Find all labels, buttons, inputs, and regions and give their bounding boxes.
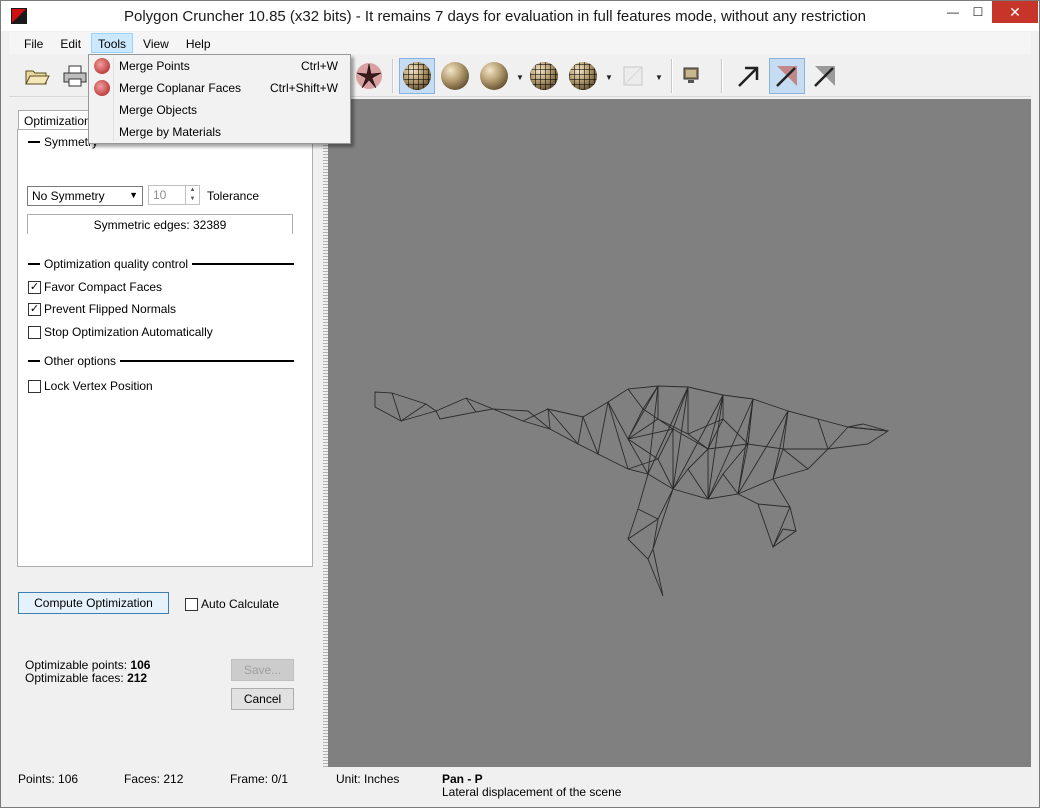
tab-optimization[interactable]: Optimization bbox=[18, 110, 96, 130]
wireframe-model bbox=[374, 385, 890, 597]
empty-checkbox-icon[interactable] bbox=[28, 379, 41, 393]
lock-vertex-checkbox[interactable]: Lock Vertex Position bbox=[28, 379, 153, 393]
wire-flat-sphere-icon[interactable] bbox=[565, 58, 601, 94]
symmetry-select[interactable]: No Symmetry ▼ bbox=[27, 186, 143, 206]
stop-auto-checkbox[interactable]: Stop Optimization Automatically bbox=[28, 325, 213, 339]
open-folder-icon[interactable] bbox=[19, 58, 55, 94]
3d-viewport[interactable] bbox=[328, 99, 1031, 767]
merge-points-icon bbox=[94, 58, 110, 74]
mesh-wireframe bbox=[374, 385, 890, 597]
status-frame: Frame: 0/1 bbox=[230, 772, 289, 786]
wire-smooth-sphere-icon[interactable] bbox=[526, 58, 562, 94]
merge-coplanar-icon bbox=[94, 80, 110, 96]
status-tool-description: Lateral displacement of the scene bbox=[442, 785, 622, 799]
close-button[interactable]: ✕ bbox=[992, 1, 1038, 23]
status-faces: Faces: 212 bbox=[124, 772, 184, 786]
chevron-down-icon[interactable]: ▼ bbox=[516, 73, 524, 82]
status-unit: Unit: Inches bbox=[336, 772, 400, 786]
app-logo-icon[interactable] bbox=[11, 8, 27, 24]
app-window: Polygon Cruncher 10.85 (x32 bits) - It r… bbox=[0, 0, 1040, 808]
status-points: Points: 106 bbox=[18, 772, 79, 786]
save-button[interactable]: Save... bbox=[231, 659, 294, 681]
maximize-button[interactable]: ☐ bbox=[964, 1, 992, 23]
menu-file[interactable]: File bbox=[17, 33, 50, 53]
empty-checkbox-icon[interactable] bbox=[185, 597, 198, 611]
chevron-down-icon[interactable]: ▼ bbox=[655, 73, 663, 82]
symmetric-edges-readout: Symmetric edges: 32389 bbox=[27, 214, 293, 234]
menu-help[interactable]: Help bbox=[179, 33, 218, 53]
optimization-panel: Optimization Symmetry No Symmetry ▼ 10 ▲… bbox=[9, 99, 323, 767]
chevron-down-icon: ▼ bbox=[129, 190, 138, 200]
minimize-button[interactable]: — bbox=[939, 1, 967, 23]
smooth-sphere-icon[interactable] bbox=[476, 58, 512, 94]
arrow-gray-icon[interactable] bbox=[807, 58, 843, 94]
status-bar: Points: 106 Faces: 212 Frame: 0/1 Unit: … bbox=[9, 769, 1031, 801]
status-tool-name: Pan - P bbox=[442, 772, 483, 786]
quality-group-title: Optimization quality control bbox=[18, 256, 308, 272]
menu-item-merge-coplanar-faces[interactable]: Merge Coplanar Faces Ctrl+Shift+W bbox=[91, 77, 348, 99]
cancel-button[interactable]: Cancel bbox=[231, 688, 294, 710]
symmetry-select-value: No Symmetry bbox=[32, 189, 105, 203]
optimization-tab-page: Symmetry No Symmetry ▼ 10 ▲ ▼ Tolerance S… bbox=[17, 129, 313, 567]
auto-calculate-checkbox[interactable]: Auto Calculate bbox=[185, 597, 279, 611]
wire-sphere-icon[interactable] bbox=[399, 58, 435, 94]
arrow-select-icon[interactable] bbox=[769, 58, 805, 94]
monitor-icon[interactable] bbox=[673, 58, 709, 94]
checkmark-icon[interactable]: ✓ bbox=[28, 280, 41, 294]
empty-checkbox-icon[interactable] bbox=[28, 325, 41, 339]
menu-edit[interactable]: Edit bbox=[53, 33, 88, 53]
menu-item-merge-by-materials[interactable]: Merge by Materials bbox=[91, 121, 348, 143]
arrow-tool-icon[interactable] bbox=[731, 58, 767, 94]
menu-item-merge-objects[interactable]: Merge Objects bbox=[91, 99, 348, 121]
favor-compact-checkbox[interactable]: ✓ Favor Compact Faces bbox=[28, 280, 162, 294]
menu-item-merge-points[interactable]: Merge Points Ctrl+W bbox=[91, 55, 348, 77]
checkmark-icon[interactable]: ✓ bbox=[28, 302, 41, 316]
tolerance-value: 10 bbox=[153, 188, 167, 202]
stepper-arrows-icon[interactable]: ▲ ▼ bbox=[185, 186, 199, 204]
texture-icon[interactable] bbox=[615, 58, 651, 94]
window-title: Polygon Cruncher 10.85 (x32 bits) - It r… bbox=[123, 8, 867, 25]
tolerance-stepper[interactable]: 10 ▲ ▼ bbox=[148, 185, 200, 205]
prevent-flipped-checkbox[interactable]: ✓ Prevent Flipped Normals bbox=[28, 302, 176, 316]
other-options-group-title: Other options bbox=[18, 353, 308, 369]
optimizable-faces-stat: Optimizable faces: 212 bbox=[25, 671, 148, 685]
menu-bar: File Edit Tools View Help bbox=[9, 32, 1031, 54]
toolbar-separator bbox=[721, 59, 723, 93]
compute-optimization-button[interactable]: Compute Optimization bbox=[18, 592, 169, 614]
tolerance-label: Tolerance bbox=[207, 189, 260, 203]
toolbar-separator bbox=[392, 59, 394, 93]
menu-tools[interactable]: Tools bbox=[91, 33, 134, 53]
flat-sphere-icon[interactable] bbox=[437, 58, 473, 94]
menu-view[interactable]: View bbox=[136, 33, 176, 53]
title-bar[interactable]: Polygon Cruncher 10.85 (x32 bits) - It r… bbox=[1, 1, 1039, 31]
star-icon[interactable] bbox=[351, 58, 387, 94]
chevron-down-icon[interactable]: ▼ bbox=[605, 73, 613, 82]
tools-dropdown-menu: Merge Points Ctrl+W Merge Coplanar Faces… bbox=[88, 54, 351, 144]
